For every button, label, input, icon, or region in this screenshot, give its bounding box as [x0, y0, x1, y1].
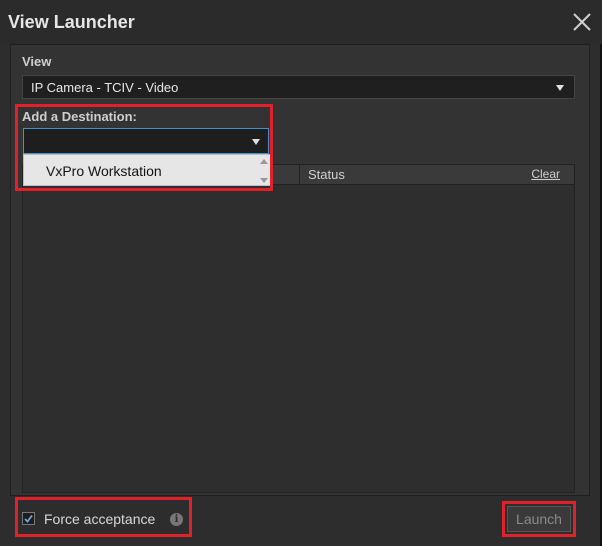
close-icon[interactable]: [572, 12, 592, 32]
launch-button[interactable]: Launch: [507, 506, 571, 532]
status-column-header: Status: [299, 165, 528, 184]
destination-dropdown-list: VxPro Workstation: [23, 154, 271, 186]
view-select[interactable]: IP Camera - TCIV - Video: [22, 75, 575, 99]
scroll-up-icon[interactable]: [260, 159, 268, 164]
destination-select[interactable]: [23, 128, 269, 154]
destination-label: Add a Destination:: [22, 109, 137, 124]
title-bar: View Launcher: [0, 0, 602, 44]
force-acceptance-label: Force acceptance: [44, 511, 156, 527]
dropdown-option-vxpro-workstation[interactable]: VxPro Workstation: [46, 163, 162, 179]
view-select-value: IP Camera - TCIV - Video: [31, 80, 179, 95]
chevron-down-icon: [556, 85, 564, 91]
scroll-down-icon[interactable]: [260, 178, 268, 183]
chevron-down-icon: [252, 139, 260, 145]
force-acceptance-checkbox[interactable]: [22, 512, 35, 525]
window-title: View Launcher: [8, 12, 135, 32]
destination-list: Status Clear: [22, 164, 575, 493]
info-icon[interactable]: i: [170, 513, 183, 526]
dropdown-scrollbar[interactable]: [260, 157, 268, 185]
clear-link[interactable]: Clear: [531, 167, 560, 181]
view-label: View: [22, 54, 52, 69]
view-launcher-window: View Launcher View IP Camera - TCIV - Vi…: [0, 0, 602, 546]
